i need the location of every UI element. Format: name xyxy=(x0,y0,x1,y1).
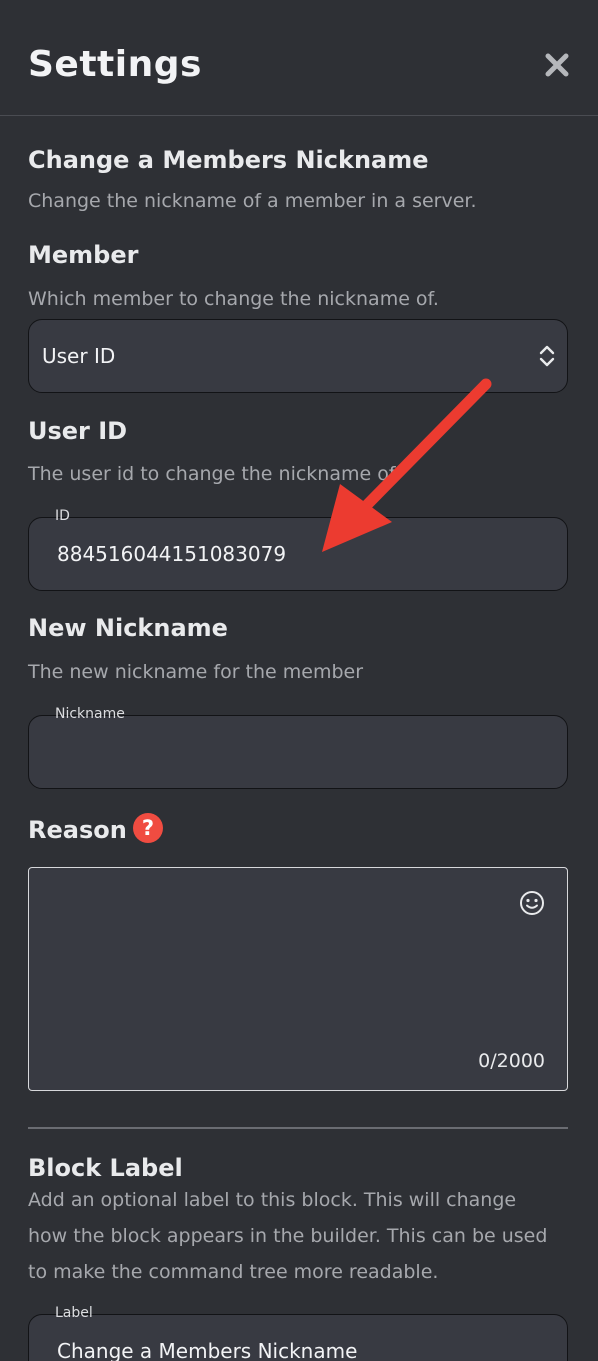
settings-header: Settings xyxy=(0,0,598,116)
block-label-description-line-1: Add an optional label to this block. Thi… xyxy=(28,1189,517,1211)
user-id-field[interactable]: ID 884516044151083079 xyxy=(28,508,568,591)
nickname-field-label: Nickname xyxy=(55,706,125,722)
member-heading: Member xyxy=(28,241,139,269)
block-description: Change the nickname of a member in a ser… xyxy=(28,190,477,212)
block-label-field-label: Label xyxy=(55,1305,93,1321)
block-label-description-line-2: how the block appears in the builder. Th… xyxy=(28,1225,548,1247)
section-divider xyxy=(28,1127,568,1129)
help-icon[interactable]: ? xyxy=(133,813,163,843)
character-counter: 0/2000 xyxy=(478,1050,545,1072)
user-id-value: 884516044151083079 xyxy=(57,542,287,566)
new-nickname-heading: New Nickname xyxy=(28,614,228,642)
member-select[interactable]: User ID xyxy=(28,319,568,393)
block-label-description-line-3: to make the command tree more readable. xyxy=(28,1261,439,1283)
new-nickname-description: The new nickname for the member xyxy=(28,661,364,683)
member-select-value: User ID xyxy=(42,344,116,368)
user-id-heading: User ID xyxy=(28,417,128,445)
user-id-field-label: ID xyxy=(55,508,70,524)
block-label-heading: Block Label xyxy=(28,1154,183,1182)
chevron-updown-icon xyxy=(539,345,555,367)
nickname-field[interactable]: Nickname xyxy=(28,706,568,789)
reason-textarea[interactable]: 0/2000 xyxy=(28,867,568,1091)
user-id-description: The user id to change the nickname of. xyxy=(28,463,401,485)
block-label-value: Change a Members Nickname xyxy=(57,1339,358,1361)
block-label-field[interactable]: Label Change a Members Nickname xyxy=(28,1305,568,1361)
page-title: Settings xyxy=(28,44,202,85)
member-description: Which member to change the nickname of. xyxy=(28,288,439,310)
reason-heading: Reason xyxy=(28,816,127,844)
close-icon[interactable] xyxy=(540,48,574,82)
emoji-icon[interactable] xyxy=(519,890,545,916)
block-title: Change a Members Nickname xyxy=(28,146,429,174)
